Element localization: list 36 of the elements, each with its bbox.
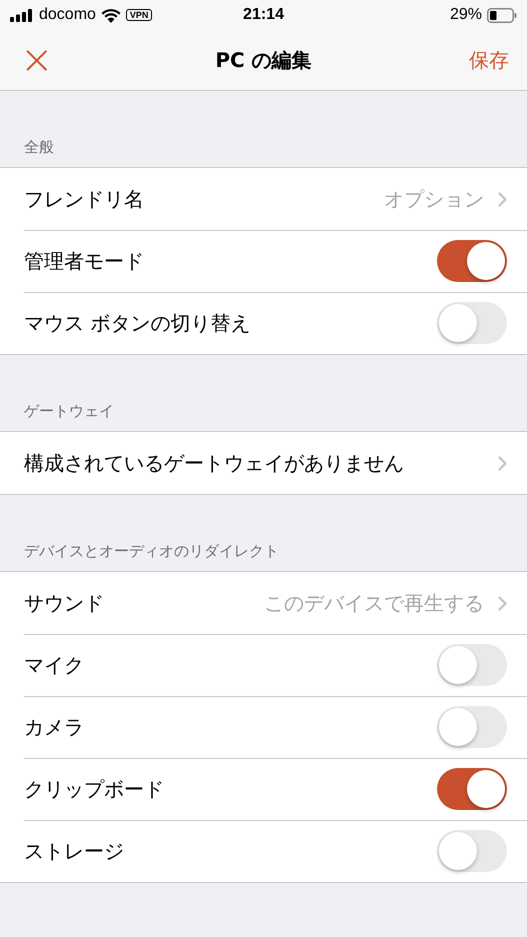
- toggle-switch[interactable]: [437, 706, 507, 748]
- row-label: 構成されているゲートウェイがありません: [24, 450, 405, 476]
- row-label: サウンド: [24, 590, 105, 616]
- row-label: マウス ボタンの切り替え: [24, 310, 252, 336]
- page-title: PC の編集: [215, 46, 312, 74]
- row-label: マイク: [24, 652, 85, 678]
- chevron-icon: [498, 456, 507, 470]
- toggle-switch[interactable]: [437, 830, 507, 872]
- settings-row[interactable]: フレンドリ名 オプション: [0, 168, 527, 230]
- battery-icon: [487, 8, 517, 22]
- battery-percent: 29%: [450, 6, 482, 24]
- toggle-switch[interactable]: [437, 302, 507, 344]
- row-label: カメラ: [24, 714, 85, 740]
- toggle-switch[interactable]: [437, 644, 507, 686]
- section-header: デバイスとオーディオのリダイレクト: [24, 542, 279, 561]
- wifi-icon: [100, 8, 121, 22]
- vpn-badge: VPN: [126, 9, 152, 21]
- toggle-switch[interactable]: [437, 768, 507, 810]
- row-label: クリップボード: [24, 776, 165, 802]
- chevron-icon: [498, 192, 507, 206]
- close-button[interactable]: ×: [20, 40, 54, 80]
- status-time: 21:14: [243, 6, 284, 24]
- row-label: 管理者モード: [24, 248, 145, 274]
- chevron-icon: [498, 596, 507, 610]
- save-button[interactable]: 保存: [469, 46, 509, 74]
- toggle-switch[interactable]: [437, 240, 507, 282]
- row-value: オプション: [384, 186, 484, 212]
- signal-icon: [10, 8, 34, 22]
- carrier-name: docomo: [39, 6, 96, 24]
- settings-row[interactable]: サウンド このデバイスで再生する: [0, 572, 527, 634]
- section-header: ゲートウェイ: [24, 402, 114, 421]
- settings-row[interactable]: 構成されているゲートウェイがありません: [0, 432, 527, 494]
- row-label: フレンドリ名: [24, 186, 145, 212]
- row-value: このデバイスで再生する: [264, 590, 484, 616]
- row-label: ストレージ: [24, 838, 125, 864]
- section-header: 全般: [24, 138, 54, 157]
